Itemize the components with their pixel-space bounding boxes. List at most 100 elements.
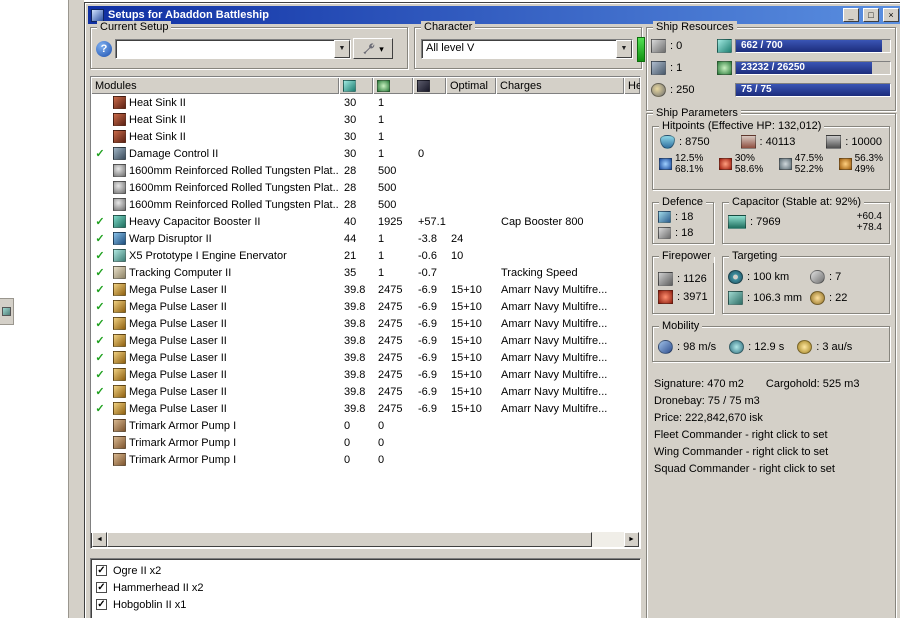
module-name: Mega Pulse Laser II bbox=[129, 334, 227, 347]
resource-bar-row: 662 / 700 bbox=[717, 37, 891, 55]
drone-label: Ogre II x2 bbox=[113, 564, 162, 577]
module-row[interactable]: Heat Sink II 30 1 bbox=[91, 111, 640, 128]
pulse-laser-icon bbox=[112, 368, 126, 381]
module-powergrid-value: 1 bbox=[378, 232, 385, 245]
module-optimal-value: 15+10 bbox=[451, 334, 482, 347]
targeting-range-stat: : 100 km bbox=[728, 270, 810, 284]
powergrid-icon bbox=[717, 61, 732, 75]
current-setup-combobox[interactable]: ▼ bbox=[115, 39, 351, 59]
module-cap-value: -6.9 bbox=[418, 351, 437, 364]
module-cpu-value: 28 bbox=[344, 198, 357, 211]
column-charges[interactable]: Charges bbox=[496, 77, 624, 94]
module-row[interactable]: ✓ Damage Control II 30 1 0 bbox=[91, 145, 640, 162]
sensor-strength-icon bbox=[810, 291, 825, 305]
squad-commander-line[interactable]: Squad Commander - right click to set bbox=[654, 461, 890, 478]
pulse-laser-icon bbox=[112, 351, 126, 364]
current-setup-dropdown-button[interactable]: ▼ bbox=[334, 40, 350, 58]
armor-repair-icon bbox=[658, 227, 671, 239]
module-row[interactable]: 1600mm Reinforced Rolled Tungsten Plat..… bbox=[91, 179, 640, 196]
module-cap-value: -3.8 bbox=[418, 232, 437, 245]
cap-booster-icon bbox=[112, 215, 126, 228]
module-row[interactable]: ✓ Mega Pulse Laser II 39.8 2475 -6.9 15+10 Ama… bbox=[91, 332, 640, 349]
ship-resources-content: : 0: 1: 250 662 / 700 23232 / 26250 75 / 7… bbox=[647, 28, 895, 101]
horizontal-scrollbar[interactable]: ◄ ► bbox=[92, 532, 639, 547]
module-active-check-icon: ✓ bbox=[95, 284, 105, 296]
current-setup-value bbox=[116, 40, 334, 58]
module-row[interactable]: ✓ X5 Prototype I Engine Enervator 21 1 -0.6 1… bbox=[91, 247, 640, 264]
resource-bar-label: 23232 / 26250 bbox=[741, 62, 805, 73]
setup-tools-button[interactable]: ▾ bbox=[353, 38, 393, 59]
module-icon-cell bbox=[109, 368, 129, 381]
module-row[interactable]: ✓ Mega Pulse Laser II 39.8 2475 -6.9 15+10 Ama… bbox=[91, 400, 640, 417]
launcher-icon bbox=[651, 61, 666, 75]
module-powergrid-value: 0 bbox=[378, 453, 385, 466]
modules-table-header: Modules Optimal Charges He bbox=[91, 77, 640, 94]
column-cpu[interactable] bbox=[339, 77, 373, 94]
character-dropdown-button[interactable]: ▼ bbox=[616, 40, 632, 58]
module-row[interactable]: ✓ Mega Pulse Laser II 39.8 2475 -6.9 15+10 Ama… bbox=[91, 383, 640, 400]
drone-checkbox[interactable]: ✓ bbox=[96, 565, 107, 576]
wing-commander-line[interactable]: Wing Commander - right click to set bbox=[654, 444, 890, 461]
minimize-button[interactable]: _ bbox=[843, 8, 859, 22]
module-row[interactable]: Trimark Armor Pump I 0 0 bbox=[91, 434, 640, 451]
module-row[interactable]: 1600mm Reinforced Rolled Tungsten Plat..… bbox=[91, 162, 640, 179]
ship-parameters-group: Ship Parameters Hitpoints (Effective HP:… bbox=[646, 107, 896, 618]
module-row[interactable]: ✓ Mega Pulse Laser II 39.8 2475 -6.9 15+10 Ama… bbox=[91, 349, 640, 366]
signature-value: Signature: 470 m2 bbox=[654, 378, 744, 390]
module-row[interactable]: ✓ Mega Pulse Laser II 39.8 2475 -6.9 15+10 Ama… bbox=[91, 315, 640, 332]
module-optimal-value: 15+10 bbox=[451, 385, 482, 398]
column-capacitor[interactable] bbox=[413, 77, 446, 94]
drone-checkbox[interactable]: ✓ bbox=[96, 582, 107, 593]
setup-tools-dropdown-arrow[interactable]: ▾ bbox=[379, 44, 384, 54]
column-heat[interactable]: He bbox=[624, 77, 640, 94]
module-cap-value: +57.1 bbox=[418, 215, 446, 228]
module-powergrid-value: 500 bbox=[378, 181, 397, 194]
module-row[interactable]: Heat Sink II 30 1 bbox=[91, 94, 640, 111]
module-cap-value: -0.7 bbox=[418, 266, 437, 279]
pulse-laser-icon bbox=[112, 300, 126, 313]
shield-hp-value: : 8750 bbox=[679, 136, 710, 148]
titlebar[interactable]: Setups for Abaddon Battleship _ □ × bbox=[88, 6, 900, 24]
resource-bar-row: 75 / 75 bbox=[717, 81, 891, 99]
module-row[interactable]: ✓ Mega Pulse Laser II 39.8 2475 -6.9 15+10 Ama… bbox=[91, 366, 640, 383]
column-modules[interactable]: Modules bbox=[91, 77, 339, 94]
module-row[interactable]: ✓ Mega Pulse Laser II 39.8 2475 -6.9 15+10 Ama… bbox=[91, 298, 640, 315]
module-row[interactable]: 1600mm Reinforced Rolled Tungsten Plat..… bbox=[91, 196, 640, 213]
cpu-icon bbox=[343, 79, 356, 92]
column-powergrid[interactable] bbox=[373, 77, 413, 94]
drone-item[interactable]: ✓ Ogre II x2 bbox=[96, 562, 635, 579]
module-icon-cell bbox=[109, 215, 129, 228]
scroll-left-button[interactable]: ◄ bbox=[92, 532, 107, 547]
resist-values: 30% 58.6% bbox=[735, 153, 763, 175]
module-row[interactable]: ✓ Warp Disruptor II 44 1 -3.8 24 bbox=[91, 230, 640, 247]
resist-armor-value: 49% bbox=[854, 164, 875, 175]
capacitor-amount: : 7969 bbox=[750, 216, 781, 228]
scroll-right-button[interactable]: ► bbox=[624, 532, 639, 547]
close-button[interactable]: × bbox=[883, 8, 899, 22]
module-name: Heat Sink II bbox=[129, 96, 186, 109]
scroll-thumb[interactable] bbox=[107, 532, 592, 547]
align-time-stat: : 12.9 s bbox=[729, 339, 784, 354]
module-row[interactable]: Trimark Armor Pump I 0 0 bbox=[91, 451, 640, 468]
maximize-button[interactable]: □ bbox=[863, 8, 879, 22]
module-row[interactable]: ✓ Heavy Capacitor Booster II 40 1925 +57.1 Ca… bbox=[91, 213, 640, 230]
module-name: Mega Pulse Laser II bbox=[129, 385, 227, 398]
scroll-track[interactable] bbox=[107, 532, 624, 547]
module-charges-value: Tracking Speed bbox=[501, 266, 578, 279]
module-row[interactable]: Trimark Armor Pump I 0 0 bbox=[91, 417, 640, 434]
module-row[interactable]: Heat Sink II 30 1 bbox=[91, 128, 640, 145]
module-row[interactable]: ✓ Tracking Computer II 35 1 -0.7 Tracking Spe… bbox=[91, 264, 640, 281]
resource-stat: : 0 bbox=[651, 37, 713, 55]
drone-checkbox[interactable]: ✓ bbox=[96, 599, 107, 610]
character-combobox[interactable]: All level V ▼ bbox=[421, 39, 633, 59]
module-cpu-value: 39.8 bbox=[344, 402, 366, 415]
drone-item[interactable]: ✓ Hobgoblin II x1 bbox=[96, 596, 635, 613]
drone-item[interactable]: ✓ Hammerhead II x2 bbox=[96, 579, 635, 596]
fleet-commander-line[interactable]: Fleet Commander - right click to set bbox=[654, 427, 890, 444]
module-row[interactable]: ✓ Mega Pulse Laser II 39.8 2475 -6.9 15+10 Ama… bbox=[91, 281, 640, 298]
firepower-group: Firepower : 1126 : 3971 bbox=[652, 250, 714, 314]
firepower-targeting-row: Firepower : 1126 : 3971 Targeting : 100 … bbox=[652, 250, 890, 314]
column-optimal[interactable]: Optimal bbox=[446, 77, 496, 94]
help-button[interactable]: ? bbox=[96, 41, 112, 57]
firepower-volley-stat: : 3971 bbox=[658, 289, 708, 304]
